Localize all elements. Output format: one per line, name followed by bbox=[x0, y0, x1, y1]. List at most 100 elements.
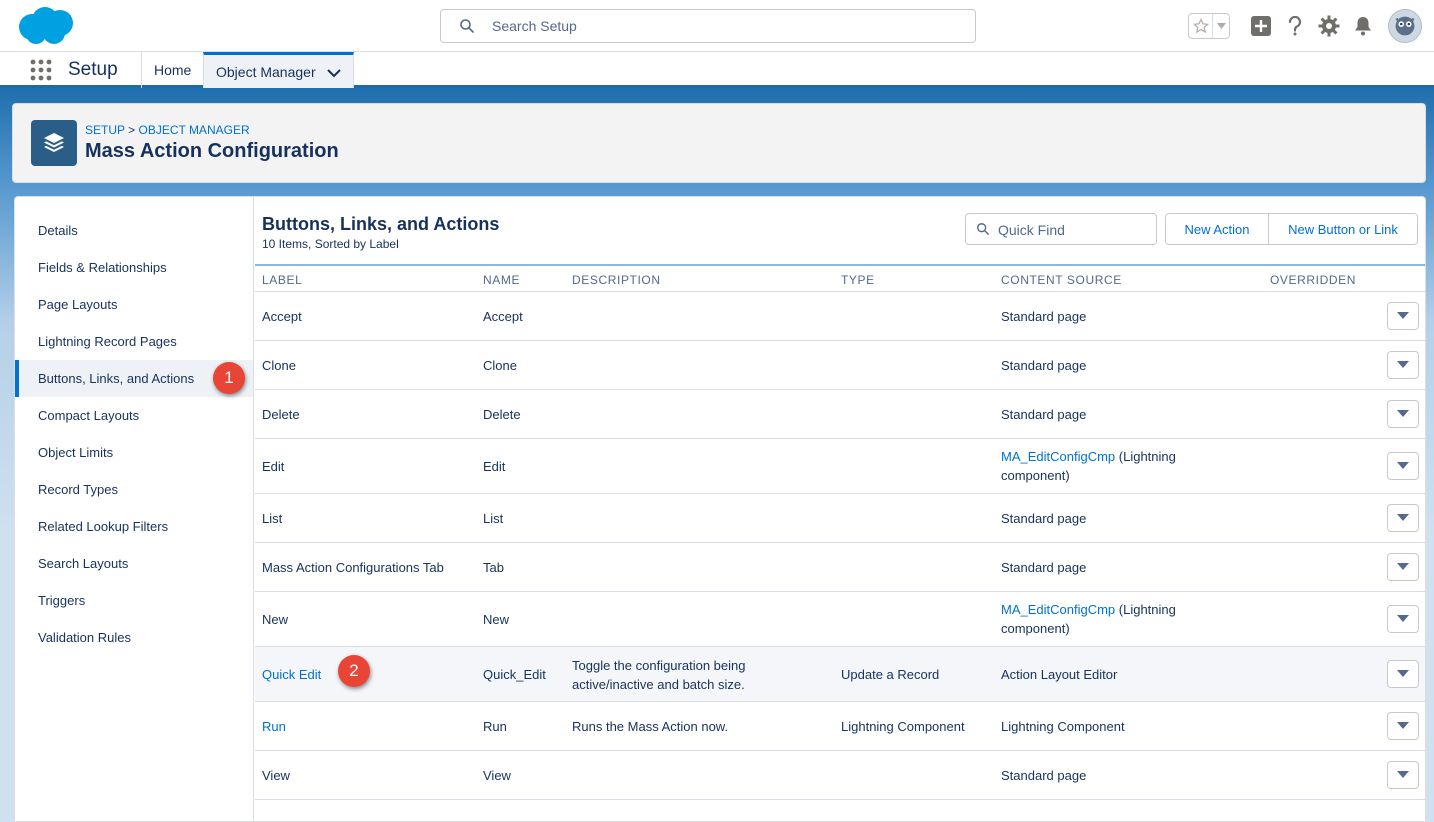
row-content-source: Action Layout Editor bbox=[1001, 667, 1118, 682]
new-button-or-link-button[interactable]: New Button or Link bbox=[1269, 214, 1417, 244]
salesforce-logo[interactable] bbox=[16, 5, 76, 47]
search-input[interactable]: Search Setup bbox=[440, 9, 976, 43]
row-description: Runs the Mass Action now. bbox=[572, 719, 729, 734]
breadcrumb-object-manager[interactable]: OBJECT MANAGER bbox=[138, 123, 249, 137]
sidebar-item-record-types[interactable]: Record Types bbox=[15, 471, 253, 508]
sidebar-item-lightning-record-pages[interactable]: Lightning Record Pages bbox=[15, 323, 253, 360]
row-label: Clone bbox=[262, 358, 296, 373]
sidebar-item-label: Search Layouts bbox=[38, 556, 129, 571]
sidebar-item-page-layouts[interactable]: Page Layouts bbox=[15, 286, 253, 323]
row-name: Edit bbox=[483, 459, 506, 474]
sidebar-item-object-limits[interactable]: Object Limits bbox=[15, 434, 253, 471]
callout-badge-1: 1 bbox=[213, 362, 245, 394]
column-header-content-source[interactable]: CONTENT SOURCE bbox=[1001, 273, 1122, 287]
sidebar-item-label: Details bbox=[38, 223, 78, 238]
column-header-description[interactable]: DESCRIPTION bbox=[572, 273, 661, 287]
row-name: View bbox=[483, 768, 511, 783]
row-label-link[interactable]: Quick Edit bbox=[262, 647, 321, 702]
row-actions-dropdown[interactable] bbox=[1387, 302, 1419, 330]
sidebar-item-validation-rules[interactable]: Validation Rules bbox=[15, 619, 253, 656]
sidebar-item-triggers[interactable]: Triggers bbox=[15, 582, 253, 619]
section-title: Buttons, Links, and Actions bbox=[262, 214, 500, 234]
sidebar-item-label: Object Limits bbox=[38, 445, 114, 460]
row-actions-dropdown[interactable] bbox=[1387, 660, 1419, 688]
breadcrumb-setup[interactable]: SETUP bbox=[85, 123, 125, 137]
row-actions-dropdown[interactable] bbox=[1387, 712, 1419, 740]
sidebar-item-label: Fields & Relationships bbox=[38, 260, 167, 275]
row-label-link[interactable]: Run bbox=[262, 702, 286, 751]
row-name: Accept bbox=[483, 309, 523, 324]
new-action-button[interactable]: New Action bbox=[1166, 214, 1269, 244]
chevron-down-icon[interactable] bbox=[1213, 14, 1229, 38]
row-actions-dropdown[interactable] bbox=[1387, 605, 1419, 633]
content-source-link[interactable]: MA_EditConfigCmp bbox=[1001, 602, 1115, 617]
avatar-icon[interactable] bbox=[1388, 9, 1422, 43]
quick-find-input[interactable]: Quick Find bbox=[965, 213, 1157, 245]
tab-home[interactable]: Home bbox=[141, 52, 203, 88]
table-row: Edit Edit MA_EditConfigCmp (Lightning co… bbox=[255, 438, 1425, 493]
tab-object-manager[interactable]: Object Manager bbox=[203, 52, 354, 88]
column-header-name[interactable]: NAME bbox=[483, 273, 520, 287]
sidebar-item-label: Lightning Record Pages bbox=[38, 334, 177, 349]
row-label: New bbox=[262, 612, 289, 627]
column-header-overridden[interactable]: OVERRIDDEN bbox=[1270, 273, 1356, 287]
sidebar-item-compact-layouts[interactable]: Compact Layouts bbox=[15, 397, 253, 434]
row-label: Mass Action Configurations Tab bbox=[262, 560, 444, 575]
row-actions-dropdown[interactable] bbox=[1387, 504, 1419, 532]
table-row: List List Standard page bbox=[255, 493, 1425, 542]
row-content-source: Standard page bbox=[1001, 358, 1087, 373]
chevron-down-icon bbox=[1397, 312, 1409, 319]
main-card: Details Fields & Relationships Page Layo… bbox=[14, 196, 1426, 822]
row-description: Toggle the configuration being active/in… bbox=[572, 657, 746, 692]
row-actions-dropdown[interactable] bbox=[1387, 351, 1419, 379]
row-name: New bbox=[483, 612, 510, 627]
row-name: Quick_Edit bbox=[483, 667, 546, 682]
bell-icon[interactable] bbox=[1352, 15, 1374, 37]
table-row: Clone Clone Standard page bbox=[255, 340, 1425, 389]
row-content-source: Lightning Component bbox=[1001, 719, 1125, 734]
row-content-source: Standard page bbox=[1001, 511, 1087, 526]
chevron-down-icon bbox=[1397, 361, 1409, 368]
sidebar-item-label: Record Types bbox=[38, 482, 118, 497]
chevron-down-icon[interactable] bbox=[327, 65, 341, 81]
row-actions-dropdown[interactable] bbox=[1387, 452, 1419, 480]
page-header: SETUP > OBJECT MANAGER Mass Action Confi… bbox=[12, 103, 1426, 183]
sidebar-item-related-lookup-filters[interactable]: Related Lookup Filters bbox=[15, 508, 253, 545]
column-header-label[interactable]: LABEL bbox=[262, 273, 302, 287]
sidebar-item-fields-relationships[interactable]: Fields & Relationships bbox=[15, 249, 253, 286]
star-icon[interactable] bbox=[1189, 14, 1213, 38]
favorites-button[interactable] bbox=[1188, 13, 1230, 39]
row-label: Delete bbox=[262, 407, 300, 422]
tab-home-label: Home bbox=[154, 62, 192, 78]
sidebar-item-label: Related Lookup Filters bbox=[38, 519, 169, 534]
search-placeholder: Search Setup bbox=[492, 18, 577, 34]
action-button-group: New Action New Button or Link bbox=[1165, 213, 1418, 245]
row-content-source: Standard page bbox=[1001, 768, 1087, 783]
sidebar-item-details[interactable]: Details bbox=[15, 212, 253, 249]
sidebar-item-label: Page Layouts bbox=[38, 297, 118, 312]
callout-badge-2: 2 bbox=[338, 655, 370, 687]
row-content-source: Standard page bbox=[1001, 309, 1087, 324]
column-header-type[interactable]: TYPE bbox=[841, 273, 875, 287]
help-icon[interactable] bbox=[1284, 15, 1306, 37]
row-actions-dropdown[interactable] bbox=[1387, 761, 1419, 789]
chevron-down-icon bbox=[1397, 771, 1409, 778]
page-title: Mass Action Configuration bbox=[85, 140, 339, 162]
row-actions-dropdown[interactable] bbox=[1387, 553, 1419, 581]
table-row: New New MA_EditConfigCmp (Lightning comp… bbox=[255, 591, 1425, 646]
breadcrumb-separator: > bbox=[124, 123, 139, 137]
row-name: Tab bbox=[483, 560, 504, 575]
table-row: Quick Edit Quick_Edit Toggle the configu… bbox=[255, 646, 1425, 702]
sidebar-item-search-layouts[interactable]: Search Layouts bbox=[15, 545, 253, 582]
gear-icon[interactable] bbox=[1318, 15, 1340, 37]
quick-find-placeholder: Quick Find bbox=[998, 222, 1065, 238]
add-icon[interactable] bbox=[1250, 15, 1272, 37]
row-name: Delete bbox=[483, 407, 521, 422]
content-source-link[interactable]: MA_EditConfigCmp bbox=[1001, 449, 1115, 464]
app-launcher-icon[interactable] bbox=[30, 59, 52, 81]
app-name: Setup bbox=[68, 59, 118, 80]
table-row: View View Standard page bbox=[255, 750, 1425, 799]
sidebar-item-label: Validation Rules bbox=[38, 630, 131, 645]
row-actions-dropdown[interactable] bbox=[1387, 400, 1419, 428]
sidebar: Details Fields & Relationships Page Layo… bbox=[15, 197, 254, 821]
